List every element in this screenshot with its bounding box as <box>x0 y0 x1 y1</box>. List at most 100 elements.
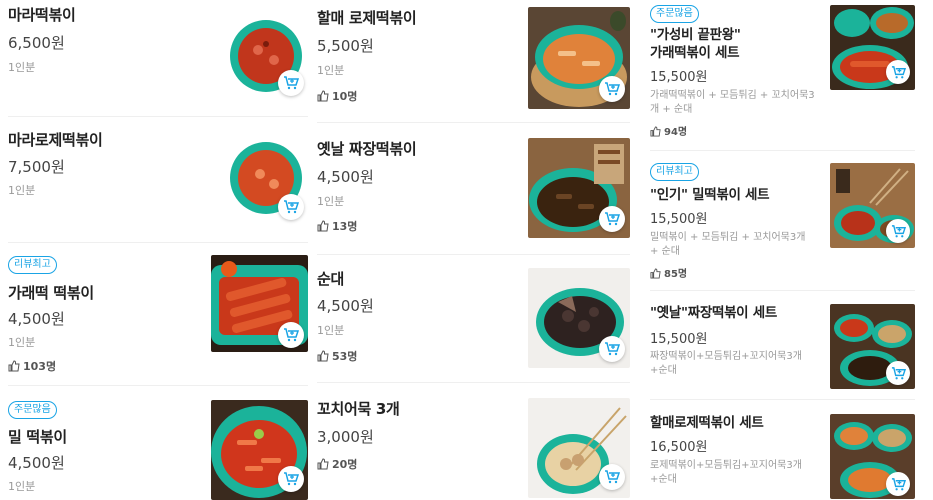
menu-column-1: 마라떡볶이 6,500원 1인분 마라로제떡볶이 7,500원 1인분 리뷰최고… <box>8 0 308 500</box>
menu-item-description: 밀떡볶이 + 모듬튀김 + 꼬치어묵3개 + 순대 <box>650 231 815 259</box>
add-to-cart-button[interactable] <box>278 194 304 220</box>
most-ordered-badge: 주문많음 <box>8 401 57 419</box>
menu-item-serving: 1인분 <box>317 324 345 337</box>
description-line: 짜장떡볶이+모듬튀김+꼬지어묵3개 <box>650 351 802 362</box>
menu-item-name-line2: 가래떡볶이 세트 <box>650 45 740 61</box>
description-line: +순대 <box>650 365 677 376</box>
thumbs-up-icon <box>650 126 661 137</box>
add-to-cart-button[interactable] <box>599 76 625 102</box>
menu-item-name-line1: "가성비 끝판왕" <box>650 27 741 43</box>
add-to-cart-button[interactable] <box>599 336 625 362</box>
menu-item-price: 5,500원 <box>317 37 374 55</box>
menu-item-rose-set[interactable]: 할매로제떡볶이 세트 16,500원 로제떡볶이+모듬튀김+꼬지어묵3개 +순대 <box>650 404 915 500</box>
add-to-cart-button[interactable] <box>886 219 910 243</box>
description-line: 밀떡볶이 + 모듬튀김 + 꼬치어묵3개 <box>650 232 806 243</box>
menu-item-sundae[interactable]: 순대 4,500원 1인분 53명 <box>317 258 630 378</box>
menu-column-2: 할매 로제떡볶이 5,500원 1인분 10명 옛날 짜장떡볶이 4,500원 … <box>317 0 630 500</box>
add-to-cart-button[interactable] <box>886 361 910 385</box>
add-to-cart-button[interactable] <box>599 206 625 232</box>
description-line: + 순대 <box>650 246 680 257</box>
cart-plus-icon <box>605 342 620 356</box>
menu-item-description: 짜장떡볶이+모듬튀김+꼬지어묵3개 +순대 <box>650 350 815 378</box>
like-count-value: 53명 <box>332 350 358 363</box>
add-to-cart-button[interactable] <box>886 472 910 496</box>
menu-item-garaetteok-set[interactable]: 주문많음 "가성비 끝판왕" 가래떡볶이 세트 15,500원 가래떡떡볶이 +… <box>650 0 915 145</box>
menu-item-garaetteok-tteokbokki[interactable]: 리뷰최고 가래떡 떡볶이 4,500원 1인분 103명 <box>8 246 308 381</box>
cart-plus-icon <box>891 477 906 490</box>
menu-item-name: 가래떡 떡볶이 <box>8 284 94 302</box>
add-to-cart-button[interactable] <box>278 70 304 96</box>
review-best-badge: 리뷰최고 <box>650 163 699 181</box>
menu-item-name: 할매로제떡볶이 세트 <box>650 415 764 431</box>
like-count: 13명 <box>317 218 357 234</box>
like-count-value: 103명 <box>23 360 57 373</box>
like-count-value: 94명 <box>664 127 688 138</box>
menu-item-price: 3,000원 <box>317 428 374 446</box>
menu-item-jjajang-tteokbokki[interactable]: 옛날 짜장떡볶이 4,500원 1인분 13명 <box>317 126 630 250</box>
menu-item-price: 15,500원 <box>650 212 708 227</box>
add-to-cart-button[interactable] <box>278 466 304 492</box>
divider <box>8 116 308 117</box>
thumbs-up-icon <box>317 458 329 470</box>
menu-item-mala-tteokbokki[interactable]: 마라떡볶이 6,500원 1인분 <box>8 0 308 115</box>
description-line: 로제떡볶이+모듬튀김+꼬지어묵3개 <box>650 460 802 471</box>
cart-plus-icon <box>284 200 299 214</box>
menu-item-price: 4,500원 <box>8 310 65 328</box>
cart-plus-icon <box>284 328 299 342</box>
like-count: 103명 <box>8 358 56 374</box>
menu-item-skewer-fishcake[interactable]: 꼬치어묵 3개 3,000원 20명 <box>317 386 630 500</box>
divider <box>317 254 630 255</box>
like-count-value: 85명 <box>664 269 688 280</box>
divider <box>650 399 915 400</box>
like-count: 94명 <box>650 123 687 138</box>
menu-item-price: 4,500원 <box>8 454 65 472</box>
menu-item-description: 로제떡볶이+모듬튀김+꼬지어묵3개 +순대 <box>650 459 815 487</box>
like-count-value: 20명 <box>332 458 358 471</box>
menu-item-name: 밀 떡볶이 <box>8 428 67 446</box>
most-ordered-badge: 주문많음 <box>650 5 699 23</box>
menu-item-jjajang-set[interactable]: "옛날"짜장떡볶이 세트 15,500원 짜장떡볶이+모듬튀김+꼬지어묵3개 +… <box>650 294 915 394</box>
add-to-cart-button[interactable] <box>278 322 304 348</box>
thumbs-up-icon <box>317 90 329 102</box>
divider <box>8 242 308 243</box>
menu-item-name: 꼬치어묵 3개 <box>317 400 400 418</box>
menu-item-wheat-set[interactable]: 리뷰최고 "인기" 밀떡볶이 세트 15,500원 밀떡볶이 + 모듬튀김 + … <box>650 155 915 285</box>
divider <box>317 382 630 383</box>
menu-item-name: "인기" 밀떡볶이 세트 <box>650 187 770 203</box>
thumbs-up-icon <box>650 268 661 279</box>
menu-item-price: 4,500원 <box>317 168 374 186</box>
menu-item-serving: 1인분 <box>8 480 36 493</box>
divider <box>650 150 915 151</box>
like-count: 20명 <box>317 456 357 472</box>
like-count: 10명 <box>317 88 357 104</box>
menu-item-halmae-rose-tteokbokki[interactable]: 할매 로제떡볶이 5,500원 1인분 10명 <box>317 0 630 118</box>
menu-item-name: 순대 <box>317 270 345 288</box>
menu-item-name: 마라로제떡볶이 <box>8 131 103 149</box>
menu-item-name: 마라떡볶이 <box>8 6 76 24</box>
cart-plus-icon <box>605 470 620 484</box>
menu-item-serving: 1인분 <box>8 336 36 349</box>
menu-item-mala-rose-tteokbokki[interactable]: 마라로제떡볶이 7,500원 1인분 <box>8 120 308 238</box>
menu-item-serving: 1인분 <box>8 61 36 74</box>
cart-plus-icon <box>284 472 299 486</box>
menu-item-name: 할매 로제떡볶이 <box>317 9 417 27</box>
thumbs-up-icon <box>317 220 329 232</box>
thumbs-up-icon <box>8 360 20 372</box>
menu-item-serving: 1인분 <box>8 184 36 197</box>
thumbs-up-icon <box>317 350 329 362</box>
menu-item-price: 16,500원 <box>650 440 708 455</box>
like-count-value: 13명 <box>332 220 358 233</box>
menu-item-price: 15,500원 <box>650 332 708 347</box>
menu-item-description: 가래떡떡볶이 + 모듬튀김 + 꼬치어묵3 개 + 순대 <box>650 89 815 117</box>
review-best-badge: 리뷰최고 <box>8 256 57 274</box>
menu-item-wheat-tteokbokki[interactable]: 주문많음 밀 떡볶이 4,500원 1인분 <box>8 390 308 500</box>
menu-item-name: "옛날"짜장떡볶이 세트 <box>650 305 777 321</box>
like-count: 53명 <box>317 348 357 364</box>
cart-plus-icon <box>891 224 906 237</box>
add-to-cart-button[interactable] <box>599 464 625 490</box>
divider <box>317 122 630 123</box>
add-to-cart-button[interactable] <box>886 60 910 84</box>
menu-item-price: 4,500원 <box>317 297 374 315</box>
menu-item-price: 6,500원 <box>8 34 65 52</box>
like-count: 85명 <box>650 265 687 280</box>
